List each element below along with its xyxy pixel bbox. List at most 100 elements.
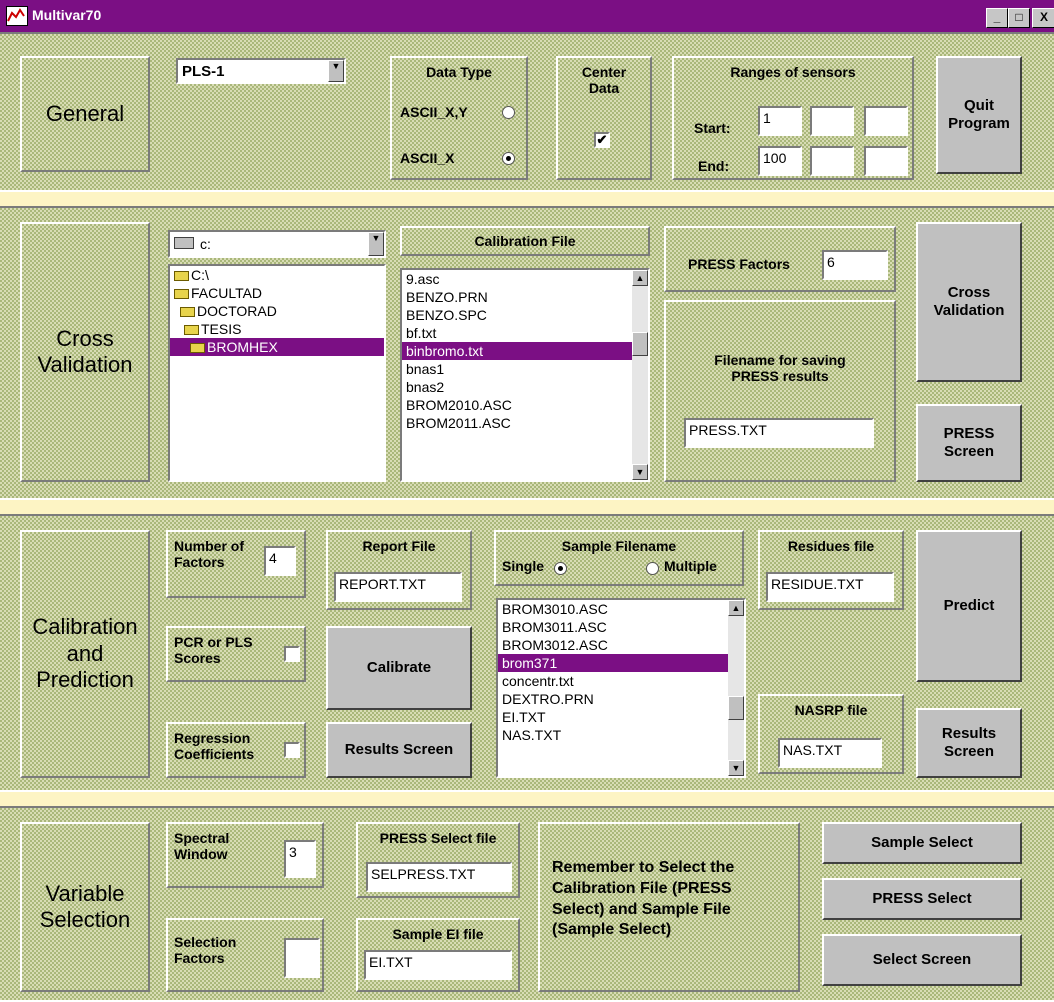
list-item[interactable]: DEXTRO.PRN bbox=[498, 690, 744, 708]
press-factors-label: PRESS Factors bbox=[688, 256, 790, 272]
chevron-down-icon[interactable]: ▼ bbox=[328, 60, 344, 82]
separator bbox=[0, 792, 1054, 806]
reminder-panel: Remember to Select the Calibration File … bbox=[538, 822, 800, 992]
title-bar: Multivar70 _ □ X bbox=[0, 0, 1054, 32]
list-item[interactable]: BROM3010.ASC bbox=[498, 600, 744, 618]
press-factors-input[interactable]: 6 bbox=[822, 250, 888, 280]
dir-item[interactable]: DOCTORAD bbox=[170, 302, 384, 320]
list-item[interactable]: BROM2010.ASC bbox=[402, 396, 648, 414]
directory-list[interactable]: C:\ FACULTAD DOCTORAD TESIS BROMHEX bbox=[168, 264, 386, 482]
sample-ei-file-input[interactable]: EI.TXT bbox=[364, 950, 512, 980]
method-select[interactable]: PLS-1 ▼ bbox=[176, 58, 346, 84]
press-filename-input[interactable]: PRESS.TXT bbox=[684, 418, 874, 448]
list-item[interactable]: BENZO.SPC bbox=[402, 306, 648, 324]
cross-validation-button[interactable]: Cross Validation bbox=[916, 222, 1022, 382]
drive-icon bbox=[174, 237, 194, 249]
scroll-down-icon[interactable]: ▼ bbox=[632, 464, 648, 480]
press-select-file-input[interactable]: SELPRESS.TXT bbox=[366, 862, 512, 892]
list-item-selected[interactable]: brom371 bbox=[498, 654, 744, 672]
scroll-thumb[interactable] bbox=[632, 332, 648, 356]
dir-item-selected[interactable]: BROMHEX bbox=[170, 338, 384, 356]
press-select-file-panel: PRESS Select file SELPRESS.TXT bbox=[356, 822, 520, 898]
sample-file-list[interactable]: BROM3010.ASC BROM3011.ASC BROM3012.ASC brom… bbox=[496, 598, 746, 778]
press-filename-label: Filename for saving PRESS results bbox=[714, 352, 846, 385]
close-button[interactable]: X bbox=[1032, 8, 1054, 28]
ranges-title: Ranges of sensors bbox=[730, 64, 856, 80]
end-input-2[interactable] bbox=[810, 146, 854, 176]
select-screen-button[interactable]: Select Screen bbox=[822, 934, 1022, 986]
press-filename-panel: Filename for saving PRESS results PRESS.… bbox=[664, 300, 896, 482]
data-type-title: Data Type bbox=[426, 64, 492, 80]
minimize-button[interactable]: _ bbox=[986, 8, 1008, 28]
spectral-window-label: Spectral Window bbox=[174, 830, 230, 863]
scroll-up-icon[interactable]: ▲ bbox=[728, 600, 744, 616]
press-screen-button[interactable]: PRESS Screen bbox=[916, 404, 1022, 482]
predict-button[interactable]: Predict bbox=[916, 530, 1022, 682]
list-item[interactable]: bnas1 bbox=[402, 360, 648, 378]
list-item[interactable]: concentr.txt bbox=[498, 672, 744, 690]
separator bbox=[0, 500, 1054, 514]
press-select-button[interactable]: PRESS Select bbox=[822, 878, 1022, 920]
dir-item[interactable]: TESIS bbox=[170, 320, 384, 338]
data-type-panel: Data Type ASCII_X,Y ASCII_X bbox=[390, 56, 528, 180]
list-item[interactable]: bnas2 bbox=[402, 378, 648, 396]
selection-factors-input[interactable] bbox=[284, 938, 320, 978]
calibration-file-items: 9.asc BENZO.PRN BENZO.SPC bf.txt binbromo.tx… bbox=[402, 270, 648, 432]
list-item[interactable]: BROM3012.ASC bbox=[498, 636, 744, 654]
maximize-button[interactable]: □ bbox=[1008, 8, 1030, 28]
list-item[interactable]: bf.txt bbox=[402, 324, 648, 342]
sample-select-button[interactable]: Sample Select bbox=[822, 822, 1022, 864]
scroll-up-icon[interactable]: ▲ bbox=[632, 270, 648, 286]
sample-ei-file-panel: Sample EI file EI.TXT bbox=[356, 918, 520, 992]
general-section-label: General bbox=[20, 56, 150, 172]
center-data-checkbox[interactable]: ✔ bbox=[594, 132, 610, 148]
ascii-x-label: ASCII_X bbox=[400, 150, 455, 166]
calibration-file-list[interactable]: 9.asc BENZO.PRN BENZO.SPC bf.txt binbromo.tx… bbox=[400, 268, 650, 482]
list-item[interactable]: EI.TXT bbox=[498, 708, 744, 726]
dir-item[interactable]: C:\ bbox=[170, 266, 384, 284]
scrollbar[interactable]: ▲ ▼ bbox=[728, 600, 744, 776]
start-input-1[interactable]: 1 bbox=[758, 106, 802, 136]
press-select-file-title: PRESS Select file bbox=[379, 830, 497, 846]
list-item[interactable]: BENZO.PRN bbox=[402, 288, 648, 306]
multiple-radio[interactable] bbox=[646, 562, 659, 575]
list-item[interactable]: NAS.TXT bbox=[498, 726, 744, 744]
list-item[interactable]: BROM3011.ASC bbox=[498, 618, 744, 636]
list-item[interactable]: BROM2011.ASC bbox=[402, 414, 648, 432]
single-label: Single bbox=[502, 558, 545, 574]
method-value: PLS-1 bbox=[182, 63, 225, 80]
app-chart-icon bbox=[6, 6, 28, 26]
results-screen-button-2[interactable]: Results Screen bbox=[916, 708, 1022, 778]
regression-coefficients-checkbox[interactable] bbox=[284, 742, 300, 758]
single-radio[interactable] bbox=[554, 562, 567, 575]
residues-file-title: Residues file bbox=[787, 538, 875, 554]
chevron-down-icon[interactable]: ▼ bbox=[368, 232, 384, 256]
ascii-xy-radio[interactable] bbox=[502, 106, 515, 119]
calibrate-button[interactable]: Calibrate bbox=[326, 626, 472, 710]
scrollbar[interactable]: ▲ ▼ bbox=[632, 270, 648, 480]
results-screen-button[interactable]: Results Screen bbox=[326, 722, 472, 778]
number-of-factors-input[interactable]: 4 bbox=[264, 546, 296, 576]
residues-file-input[interactable]: RESIDUE.TXT bbox=[766, 572, 894, 602]
folder-icon bbox=[184, 325, 199, 335]
end-input-1[interactable]: 100 bbox=[758, 146, 802, 176]
start-input-2[interactable] bbox=[810, 106, 854, 136]
end-input-3[interactable] bbox=[864, 146, 908, 176]
folder-icon bbox=[174, 271, 189, 281]
drive-value: c: bbox=[200, 236, 211, 252]
nasrp-file-input[interactable]: NAS.TXT bbox=[778, 738, 882, 768]
ascii-x-radio[interactable] bbox=[502, 152, 515, 165]
list-item-selected[interactable]: binbromo.txt bbox=[402, 342, 648, 360]
dir-item[interactable]: FACULTAD bbox=[170, 284, 384, 302]
report-file-input[interactable]: REPORT.TXT bbox=[334, 572, 462, 602]
quit-program-button[interactable]: Quit Program bbox=[936, 56, 1022, 174]
spectral-window-input[interactable]: 3 bbox=[284, 840, 316, 878]
drive-select[interactable]: c: ▼ bbox=[168, 230, 386, 258]
pcr-pls-scores-checkbox[interactable] bbox=[284, 646, 300, 662]
scroll-down-icon[interactable]: ▼ bbox=[728, 760, 744, 776]
start-input-3[interactable] bbox=[864, 106, 908, 136]
sample-file-items: BROM3010.ASC BROM3011.ASC BROM3012.ASC brom… bbox=[498, 600, 744, 744]
list-item[interactable]: 9.asc bbox=[402, 270, 648, 288]
folder-icon bbox=[180, 307, 195, 317]
scroll-thumb[interactable] bbox=[728, 696, 744, 720]
